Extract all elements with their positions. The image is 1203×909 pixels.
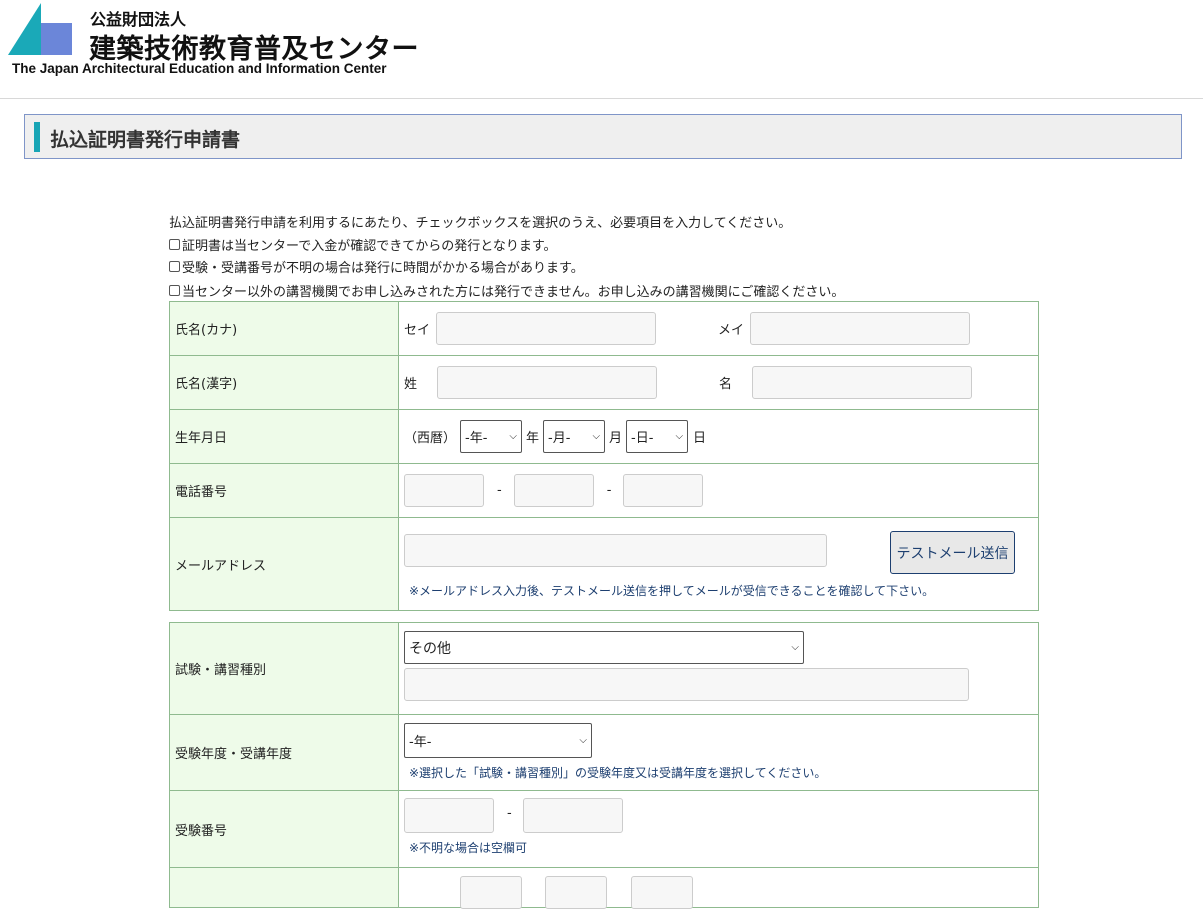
title-accent — [34, 122, 40, 152]
notice-checkbox[interactable] — [169, 239, 180, 250]
notice-item[interactable]: 当センター以外の講習機関でお申し込みされた方には発行できません。お申し込みの講習… — [169, 281, 844, 300]
chevron-down-icon: ⌵ — [592, 431, 601, 442]
birth-year-select[interactable]: -年- ⌵ — [460, 420, 523, 453]
notice-checkbox[interactable] — [169, 285, 180, 296]
exam-year-select[interactable]: -年- ⌵ — [404, 723, 592, 758]
chevron-down-icon: ⌵ — [791, 642, 799, 653]
month-unit: 月 — [609, 431, 623, 446]
phone-separator: - — [606, 483, 612, 498]
chevron-down-icon: ⌵ — [675, 431, 684, 442]
notice-item[interactable]: 受験・受講番号が不明の場合は発行に時間がかかる場合があります。 — [169, 257, 584, 276]
notice-label: 受験・受講番号が不明の場合は発行に時間がかかる場合があります。 — [182, 261, 584, 276]
notice-checkbox[interactable] — [169, 261, 180, 272]
mei-label: 名 — [719, 377, 733, 392]
exam-type-select[interactable]: その他 ⌵ — [404, 631, 804, 664]
page-title: 払込証明書発行申請書 — [50, 129, 241, 151]
mei-kana-input[interactable] — [750, 312, 970, 345]
select-value: -年- — [465, 431, 488, 446]
sei-label: セイ — [404, 323, 431, 338]
table-row: 氏名(カナ) セイ メイ — [169, 301, 1039, 356]
test-mail-button[interactable]: テストメール送信 — [890, 531, 1015, 574]
chevron-down-icon: ⌵ — [509, 431, 518, 442]
table-row: 受験年度・受講年度 -年- ⌵ ※選択した「試験・講習種別」の受験年度又は受講年度… — [169, 714, 1039, 791]
phone-separator: - — [497, 483, 502, 498]
era-label: （西暦） — [404, 431, 457, 446]
name-kana-label: 氏名(カナ) — [169, 301, 399, 356]
phone-input-3[interactable] — [623, 474, 704, 507]
site-header: 公益財団法人 建築技術教育普及センター The Japan Architectu… — [0, 0, 1203, 99]
year-unit: 年 — [526, 431, 540, 446]
exam-number-input-2[interactable] — [523, 798, 623, 833]
table-row: 電話番号 - - — [169, 463, 1039, 518]
exam-year-label: 受験年度・受講年度 — [169, 714, 399, 791]
select-value: その他 — [409, 640, 451, 657]
partial-input[interactable] — [460, 876, 522, 909]
exam-type-other-input[interactable] — [404, 668, 969, 701]
partial-input[interactable] — [631, 876, 693, 909]
sei-kana-input[interactable] — [436, 312, 656, 345]
partial-input[interactable] — [545, 876, 607, 909]
notice-item[interactable]: 証明書は当センターで入金が確認できてからの発行となります。 — [169, 235, 557, 254]
table-row: 生年月日 （西暦） -年- ⌵ 年 -月- ⌵ 月 -日- ⌵ 日 — [169, 409, 1039, 464]
phone-input-1[interactable] — [404, 474, 484, 507]
logo-icon[interactable] — [8, 3, 74, 55]
select-value: -日- — [631, 431, 654, 446]
intro-text: 払込証明書発行申請を利用するにあたり、チェックボックスを選択のうえ、必要項目を入… — [169, 216, 792, 231]
email-note: ※メールアドレス入力後、テストメール送信を押してメールが受信できることを確認して… — [409, 584, 935, 598]
birth-day-select[interactable]: -日- ⌵ — [626, 420, 689, 453]
birthdate-label: 生年月日 — [169, 409, 399, 464]
mei-label: メイ — [718, 323, 745, 338]
personal-info-table: 氏名(カナ) セイ メイ 氏名(漢字) 姓 名 生年月日 （西暦） - 年- ⌵ … — [169, 301, 1039, 611]
notice-label: 証明書は当センターで入金が確認できてからの発行となります。 — [182, 239, 557, 254]
notice-label: 当センター以外の講習機関でお申し込みされた方には発行できません。お申し込みの講習… — [182, 285, 845, 300]
mei-kanji-input[interactable] — [752, 366, 972, 399]
select-value: -年- — [409, 735, 432, 750]
table-row: 受験番号 - ※不明な場合は空欄可 — [169, 790, 1039, 868]
table-row: 氏名(漢字) 姓 名 — [169, 355, 1039, 410]
sei-kanji-input[interactable] — [437, 366, 657, 399]
exam-number-separator: - — [507, 806, 512, 821]
chevron-down-icon: ⌵ — [579, 735, 587, 746]
phone-input-2[interactable] — [513, 474, 594, 507]
table-row — [169, 867, 1039, 909]
exam-number-label: 受験番号 — [169, 790, 399, 868]
email-label: メールアドレス — [169, 517, 399, 611]
sei-label: 姓 — [404, 377, 418, 392]
day-unit: 日 — [693, 431, 707, 446]
phone-label: 電話番号 — [169, 463, 399, 518]
birth-month-select[interactable]: -月- ⌵ — [543, 420, 606, 453]
exam-number-note: ※不明な場合は空欄可 — [409, 841, 528, 855]
exam-year-note: ※選択した「試験・講習種別」の受験年度又は受講年度を選択してください。 — [409, 766, 827, 780]
exam-number-input-1[interactable] — [404, 798, 494, 833]
select-value: -月- — [548, 431, 571, 446]
email-input[interactable] — [404, 534, 827, 567]
table-row: 試験・講習種別 その他 ⌵ — [169, 622, 1039, 715]
exam-type-label: 試験・講習種別 — [169, 622, 399, 715]
exam-info-table: 試験・講習種別 その他 ⌵ 受験年度・受講年度 -年- ⌵ ※選択した「試験・講習種… — [169, 622, 1039, 909]
org-name-en: The Japan Architectural Education and In… — [12, 61, 387, 76]
table-row: メールアドレス テストメール送信 ※メールアドレス入力後、テストメール送信を押し… — [169, 517, 1039, 611]
name-kanji-label: 氏名(漢字) — [169, 355, 399, 410]
page-title-bar: 払込証明書発行申請書 — [24, 114, 1182, 159]
